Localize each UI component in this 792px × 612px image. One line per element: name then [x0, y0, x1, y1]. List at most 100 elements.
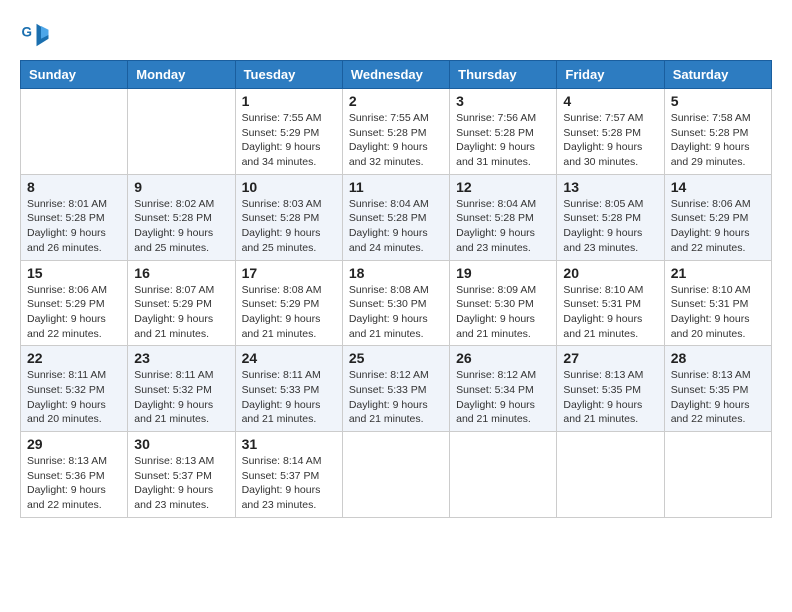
day-number: 14 [671, 179, 765, 195]
day-info: Sunrise: 8:11 AMSunset: 5:32 PMDaylight:… [27, 368, 121, 427]
day-number: 11 [349, 179, 443, 195]
calendar-cell-w4-d6: 27 Sunrise: 8:13 AMSunset: 5:35 PMDayligh… [557, 346, 664, 432]
day-info: Sunrise: 8:08 AMSunset: 5:30 PMDaylight:… [349, 283, 443, 342]
calendar-cell-w5-d1: 29Sunrise: 8:13 AMSunset: 5:36 PMDayligh… [21, 432, 128, 518]
day-number: 8 [27, 179, 121, 195]
day-number: 22 [27, 350, 121, 366]
calendar-cell-w5-d4 [342, 432, 449, 518]
day-number: 10 [242, 179, 336, 195]
calendar-cell-w4-d5: 26 Sunrise: 8:12 AMSunset: 5:34 PMDayligh… [450, 346, 557, 432]
calendar-cell-w2-d5: 12 Sunrise: 8:04 AMSunset: 5:28 PMDayligh… [450, 174, 557, 260]
calendar-cell-w3-d7: 21Sunrise: 8:10 AMSunset: 5:31 PMDayligh… [664, 260, 771, 346]
day-info: Sunrise: 8:13 AMSunset: 5:35 PMDaylight:… [671, 368, 765, 427]
day-number: 30 [134, 436, 228, 452]
day-number: 29 [27, 436, 121, 452]
svg-text:G: G [22, 25, 33, 40]
calendar-cell-w5-d6 [557, 432, 664, 518]
day-number: 23 [134, 350, 228, 366]
calendar-cell-w4-d3: 24 Sunrise: 8:11 AMSunset: 5:33 PMDayligh… [235, 346, 342, 432]
logo-icon: G [20, 20, 50, 50]
day-number: 3 [456, 93, 550, 109]
calendar-cell-w5-d7 [664, 432, 771, 518]
day-info: Sunrise: 8:12 AMSunset: 5:34 PMDaylight:… [456, 368, 550, 427]
calendar-cell-w4-d4: 25 Sunrise: 8:12 AMSunset: 5:33 PMDayligh… [342, 346, 449, 432]
calendar-cell-w1-d4: 2 Sunrise: 7:55 AMSunset: 5:28 PMDaylight… [342, 89, 449, 175]
calendar-cell-w4-d2: 23 Sunrise: 8:11 AMSunset: 5:32 PMDayligh… [128, 346, 235, 432]
day-number: 5 [671, 93, 765, 109]
day-number: 24 [242, 350, 336, 366]
day-number: 18 [349, 265, 443, 281]
day-info: Sunrise: 7:55 AMSunset: 5:28 PMDaylight:… [349, 111, 443, 170]
calendar-week-4: 22 Sunrise: 8:11 AMSunset: 5:32 PMDayligh… [21, 346, 772, 432]
day-info: Sunrise: 7:55 AMSunset: 5:29 PMDaylight:… [242, 111, 336, 170]
day-number: 31 [242, 436, 336, 452]
day-info: Sunrise: 8:04 AMSunset: 5:28 PMDaylight:… [349, 197, 443, 256]
day-info: Sunrise: 8:09 AMSunset: 5:30 PMDaylight:… [456, 283, 550, 342]
day-info: Sunrise: 8:03 AMSunset: 5:28 PMDaylight:… [242, 197, 336, 256]
calendar-cell-w2-d7: 14 Sunrise: 8:06 AMSunset: 5:29 PMDayligh… [664, 174, 771, 260]
day-info: Sunrise: 8:05 AMSunset: 5:28 PMDaylight:… [563, 197, 657, 256]
day-number: 13 [563, 179, 657, 195]
calendar-week-5: 29Sunrise: 8:13 AMSunset: 5:36 PMDayligh… [21, 432, 772, 518]
day-info: Sunrise: 8:13 AMSunset: 5:35 PMDaylight:… [563, 368, 657, 427]
calendar-cell-w3-d5: 19 Sunrise: 8:09 AMSunset: 5:30 PMDayligh… [450, 260, 557, 346]
calendar-cell-w5-d3: 31 Sunrise: 8:14 AMSunset: 5:37 PMDayligh… [235, 432, 342, 518]
day-info: Sunrise: 8:11 AMSunset: 5:33 PMDaylight:… [242, 368, 336, 427]
day-info: Sunrise: 8:06 AMSunset: 5:29 PMDaylight:… [27, 283, 121, 342]
calendar-cell-w4-d7: 28Sunrise: 8:13 AMSunset: 5:35 PMDayligh… [664, 346, 771, 432]
calendar-cell-w2-d3: 10 Sunrise: 8:03 AMSunset: 5:28 PMDayligh… [235, 174, 342, 260]
day-number: 2 [349, 93, 443, 109]
day-info: Sunrise: 8:12 AMSunset: 5:33 PMDaylight:… [349, 368, 443, 427]
day-number: 16 [134, 265, 228, 281]
day-number: 19 [456, 265, 550, 281]
weekday-header-sunday: Sunday [21, 61, 128, 89]
calendar-cell-w3-d3: 17 Sunrise: 8:08 AMSunset: 5:29 PMDayligh… [235, 260, 342, 346]
calendar-week-3: 15 Sunrise: 8:06 AMSunset: 5:29 PMDayligh… [21, 260, 772, 346]
day-info: Sunrise: 8:06 AMSunset: 5:29 PMDaylight:… [671, 197, 765, 256]
day-number: 1 [242, 93, 336, 109]
day-info: Sunrise: 8:14 AMSunset: 5:37 PMDaylight:… [242, 454, 336, 513]
calendar-cell-w1-d5: 3 Sunrise: 7:56 AMSunset: 5:28 PMDaylight… [450, 89, 557, 175]
day-info: Sunrise: 8:02 AMSunset: 5:28 PMDaylight:… [134, 197, 228, 256]
day-number: 12 [456, 179, 550, 195]
day-number: 25 [349, 350, 443, 366]
calendar-cell-w3-d4: 18 Sunrise: 8:08 AMSunset: 5:30 PMDayligh… [342, 260, 449, 346]
calendar-cell-w1-d2 [128, 89, 235, 175]
day-info: Sunrise: 8:10 AMSunset: 5:31 PMDaylight:… [563, 283, 657, 342]
calendar-table: SundayMondayTuesdayWednesdayThursdayFrid… [20, 60, 772, 518]
weekday-header-saturday: Saturday [664, 61, 771, 89]
day-number: 17 [242, 265, 336, 281]
weekday-header-wednesday: Wednesday [342, 61, 449, 89]
day-info: Sunrise: 8:10 AMSunset: 5:31 PMDaylight:… [671, 283, 765, 342]
day-info: Sunrise: 8:08 AMSunset: 5:29 PMDaylight:… [242, 283, 336, 342]
day-info: Sunrise: 7:57 AMSunset: 5:28 PMDaylight:… [563, 111, 657, 170]
day-info: Sunrise: 7:56 AMSunset: 5:28 PMDaylight:… [456, 111, 550, 170]
weekday-header-thursday: Thursday [450, 61, 557, 89]
day-info: Sunrise: 8:01 AMSunset: 5:28 PMDaylight:… [27, 197, 121, 256]
day-info: Sunrise: 8:04 AMSunset: 5:28 PMDaylight:… [456, 197, 550, 256]
calendar-cell-w1-d7: 5Sunrise: 7:58 AMSunset: 5:28 PMDaylight… [664, 89, 771, 175]
day-info: Sunrise: 8:11 AMSunset: 5:32 PMDaylight:… [134, 368, 228, 427]
day-number: 4 [563, 93, 657, 109]
calendar-cell-w1-d1 [21, 89, 128, 175]
day-number: 15 [27, 265, 121, 281]
logo: G [20, 20, 54, 50]
weekday-header-friday: Friday [557, 61, 664, 89]
day-info: Sunrise: 8:07 AMSunset: 5:29 PMDaylight:… [134, 283, 228, 342]
day-number: 20 [563, 265, 657, 281]
calendar-cell-w5-d5 [450, 432, 557, 518]
calendar-week-2: 8 Sunrise: 8:01 AMSunset: 5:28 PMDaylight… [21, 174, 772, 260]
calendar-week-1: 1 Sunrise: 7:55 AMSunset: 5:29 PMDaylight… [21, 89, 772, 175]
weekday-header-row: SundayMondayTuesdayWednesdayThursdayFrid… [21, 61, 772, 89]
calendar-cell-w5-d2: 30Sunrise: 8:13 AMSunset: 5:37 PMDayligh… [128, 432, 235, 518]
weekday-header-tuesday: Tuesday [235, 61, 342, 89]
day-number: 26 [456, 350, 550, 366]
calendar-cell-w2-d2: 9 Sunrise: 8:02 AMSunset: 5:28 PMDaylight… [128, 174, 235, 260]
calendar-cell-w3-d2: 16 Sunrise: 8:07 AMSunset: 5:29 PMDayligh… [128, 260, 235, 346]
day-number: 27 [563, 350, 657, 366]
calendar-body: 1 Sunrise: 7:55 AMSunset: 5:29 PMDaylight… [21, 89, 772, 518]
day-number: 9 [134, 179, 228, 195]
page-header: G [20, 20, 772, 50]
calendar-cell-w4-d1: 22 Sunrise: 8:11 AMSunset: 5:32 PMDayligh… [21, 346, 128, 432]
weekday-header-monday: Monday [128, 61, 235, 89]
